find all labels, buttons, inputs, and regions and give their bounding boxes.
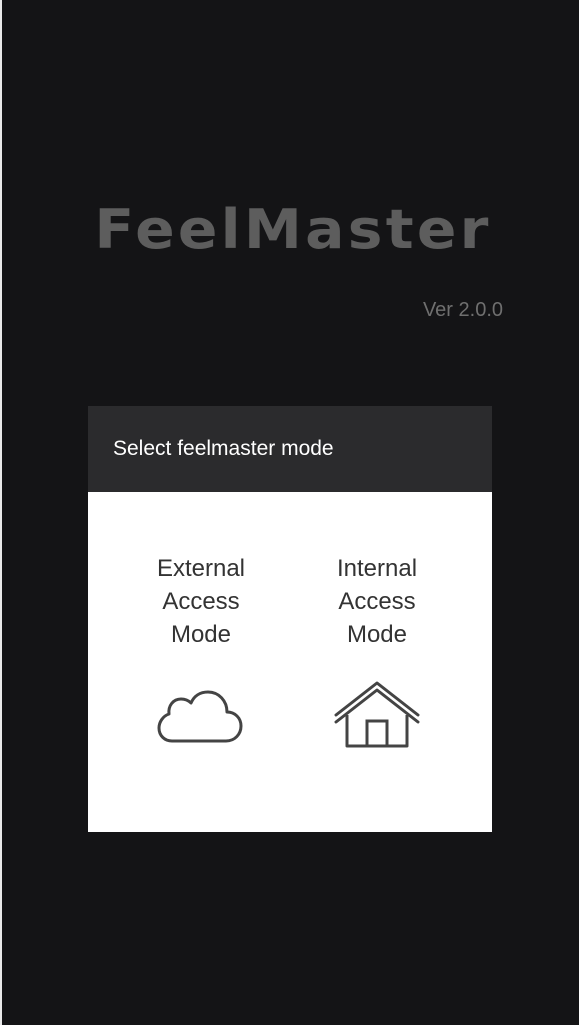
version-label: Ver 2.0.0: [422, 299, 503, 321]
external-mode-line3: Mode: [170, 621, 232, 648]
dialog-header: Select feelmaster mode: [88, 406, 492, 492]
mode-options: External Access Mode Internal Access Mod…: [88, 492, 492, 832]
internal-access-mode-button[interactable]: Internal Access Mode: [302, 552, 452, 749]
screen-edge: [0, 0, 2, 1025]
dialog-title: Select feelmaster mode: [113, 437, 334, 460]
splash-screen: FeelMaster Ver 2.0.0 Select feelmaster m…: [0, 0, 579, 1025]
mode-select-dialog: Select feelmaster mode External Access M…: [88, 406, 492, 832]
app-logo: FeelMaster: [94, 197, 492, 261]
internal-mode-line2: Access: [338, 588, 416, 615]
home-icon: [334, 681, 420, 748]
internal-mode-line1: Internal: [336, 555, 418, 582]
external-mode-line2: Access: [162, 588, 240, 615]
external-mode-line1: External: [156, 555, 246, 582]
external-access-mode-button[interactable]: External Access Mode: [126, 552, 276, 745]
internal-mode-line3: Mode: [346, 621, 408, 648]
cloud-icon: [157, 690, 243, 743]
